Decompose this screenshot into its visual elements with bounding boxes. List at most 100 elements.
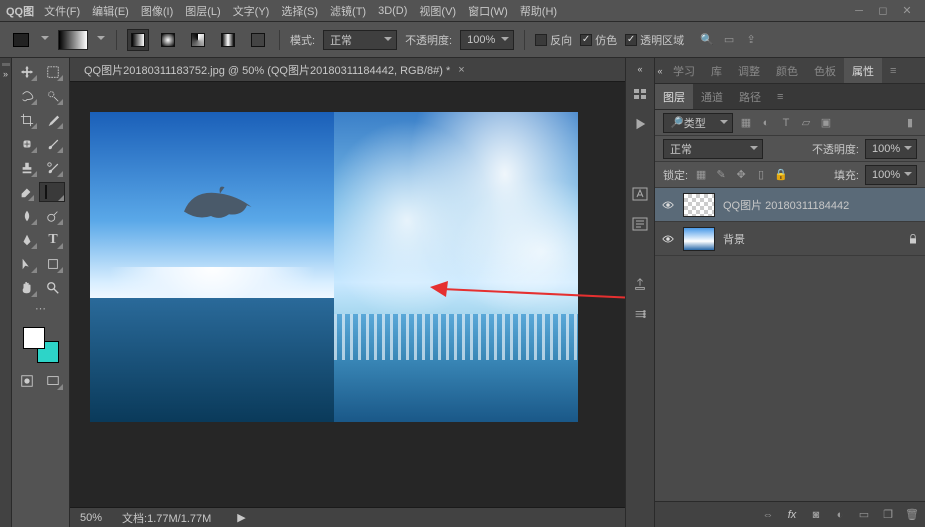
panel-menu-icon[interactable]: ≡ bbox=[769, 84, 791, 109]
layer-group-icon[interactable]: ▭ bbox=[857, 508, 871, 522]
menu-select[interactable]: 选择(S) bbox=[275, 3, 324, 19]
transparency-checkbox[interactable]: 透明区域 bbox=[625, 32, 684, 48]
eyedropper-tool[interactable] bbox=[42, 110, 64, 130]
blur-tool[interactable] bbox=[16, 206, 38, 226]
gradient-diamond-icon[interactable] bbox=[247, 29, 269, 51]
dodge-tool[interactable] bbox=[42, 206, 64, 226]
zoom-tool[interactable] bbox=[42, 278, 64, 298]
visibility-icon[interactable] bbox=[661, 198, 675, 212]
layer-name[interactable]: QQ图片 20180311184442 bbox=[723, 197, 849, 213]
tab-paths[interactable]: 路径 bbox=[731, 84, 769, 109]
canvas-viewport[interactable] bbox=[70, 82, 625, 507]
layer-name[interactable]: 背景 bbox=[723, 231, 745, 247]
lasso-tool[interactable] bbox=[16, 86, 38, 106]
quickmask-tool[interactable] bbox=[16, 371, 38, 391]
opacity-select[interactable]: 100% bbox=[460, 30, 514, 50]
stamp-tool[interactable] bbox=[16, 158, 38, 178]
brush-tool[interactable] bbox=[42, 134, 64, 154]
tab-color[interactable]: 颜色 bbox=[768, 58, 806, 83]
lock-artboard-icon[interactable]: ▯ bbox=[754, 168, 768, 182]
paragraph-panel-icon[interactable] bbox=[630, 214, 650, 234]
panel-menu-icon[interactable]: ≡ bbox=[882, 58, 904, 83]
gradient-radial-icon[interactable] bbox=[157, 29, 179, 51]
marquee-tool[interactable] bbox=[42, 62, 64, 82]
zoom-value[interactable]: 50% bbox=[80, 512, 102, 524]
history-brush-tool[interactable] bbox=[42, 158, 64, 178]
layer-filter-select[interactable]: 🔎 类型 bbox=[663, 113, 733, 133]
quick-select-tool[interactable] bbox=[42, 86, 64, 106]
layer-thumbnail[interactable] bbox=[683, 227, 715, 251]
tab-layers[interactable]: 图层 bbox=[655, 84, 693, 109]
blend-mode-select[interactable]: 正常 bbox=[323, 30, 397, 50]
menu-window[interactable]: 窗口(W) bbox=[462, 3, 514, 19]
chevron-down-icon[interactable] bbox=[40, 35, 50, 45]
new-layer-icon[interactable]: ❐ bbox=[881, 508, 895, 522]
tab-learn[interactable]: 学习 bbox=[665, 58, 703, 83]
path-select-tool[interactable] bbox=[16, 254, 38, 274]
menu-file[interactable]: 文件(F) bbox=[38, 3, 86, 19]
menu-view[interactable]: 视图(V) bbox=[413, 3, 462, 19]
layer-blend-select[interactable]: 正常 bbox=[663, 139, 763, 159]
layer-row[interactable]: 背景 bbox=[655, 222, 925, 256]
window-close-icon[interactable]: ✕ bbox=[895, 2, 919, 20]
gradient-preview[interactable] bbox=[58, 30, 88, 50]
reverse-checkbox[interactable]: 反向 bbox=[535, 32, 572, 48]
screenmode-tool[interactable] bbox=[42, 371, 64, 391]
layer-fill-select[interactable]: 100% bbox=[865, 165, 917, 185]
dither-checkbox[interactable]: 仿色 bbox=[580, 32, 617, 48]
layer-opacity-select[interactable]: 100% bbox=[865, 139, 917, 159]
delete-layer-icon[interactable]: 🗑 bbox=[905, 508, 919, 522]
layer-row[interactable]: QQ图片 20180311184442 bbox=[655, 188, 925, 222]
share-icon[interactable]: ⇪ bbox=[744, 33, 758, 47]
workspace-icon[interactable]: ▭ bbox=[722, 33, 736, 47]
move-tool[interactable] bbox=[16, 62, 38, 82]
character-panel-icon[interactable] bbox=[630, 184, 650, 204]
window-restore-icon[interactable]: ◻ bbox=[871, 2, 895, 20]
filter-toggle[interactable]: ▮ bbox=[903, 116, 917, 130]
gradient-reflected-icon[interactable] bbox=[217, 29, 239, 51]
layer-thumbnail[interactable] bbox=[683, 193, 715, 217]
window-minimize-icon[interactable]: ─ bbox=[847, 2, 871, 20]
lock-all-icon[interactable]: 🔒 bbox=[774, 168, 788, 182]
lock-image-icon[interactable]: ✎ bbox=[714, 168, 728, 182]
menu-filter[interactable]: 滤镜(T) bbox=[324, 3, 372, 19]
hand-tool[interactable] bbox=[16, 278, 38, 298]
chevron-down-icon[interactable] bbox=[96, 35, 106, 45]
lock-transparent-icon[interactable]: ▦ bbox=[694, 168, 708, 182]
filter-pixel-icon[interactable]: ▦ bbox=[739, 116, 753, 130]
filter-smart-icon[interactable]: ▣ bbox=[819, 116, 833, 130]
gradient-tool[interactable] bbox=[39, 182, 65, 202]
shape-tool[interactable] bbox=[42, 254, 64, 274]
crop-tool[interactable] bbox=[16, 110, 38, 130]
search-icon[interactable]: 🔍 bbox=[700, 33, 714, 47]
filter-type-icon[interactable]: T bbox=[779, 116, 793, 130]
tab-library[interactable]: 库 bbox=[703, 58, 730, 83]
tab-adjust[interactable]: 调整 bbox=[730, 58, 768, 83]
eraser-tool[interactable] bbox=[16, 182, 35, 202]
menu-type[interactable]: 文字(Y) bbox=[227, 3, 276, 19]
tab-channels[interactable]: 通道 bbox=[693, 84, 731, 109]
brush-panel-icon[interactable] bbox=[630, 274, 650, 294]
tab-swatch[interactable]: 色板 bbox=[806, 58, 844, 83]
layer-fx-icon[interactable]: fx bbox=[785, 508, 799, 522]
menu-3d[interactable]: 3D(D) bbox=[372, 5, 413, 17]
play-icon[interactable] bbox=[630, 114, 650, 134]
dock-strip[interactable]: » bbox=[0, 58, 12, 527]
menu-layer[interactable]: 图层(L) bbox=[179, 3, 226, 19]
type-tool[interactable]: T bbox=[42, 230, 64, 250]
layer-mask-icon[interactable]: ◙ bbox=[809, 508, 823, 522]
gradient-angle-icon[interactable] bbox=[187, 29, 209, 51]
swatches-panel-icon[interactable] bbox=[630, 304, 650, 324]
filter-adjust-icon[interactable]: ◐ bbox=[759, 116, 773, 130]
filter-shape-icon[interactable]: ▱ bbox=[799, 116, 813, 130]
document-tab[interactable]: QQ图片20180311183752.jpg @ 50% (QQ图片201803… bbox=[78, 62, 471, 78]
menu-image[interactable]: 图像(I) bbox=[135, 3, 179, 19]
adjustment-layer-icon[interactable]: ◐ bbox=[833, 508, 847, 522]
gradient-swatch-button[interactable] bbox=[10, 29, 32, 51]
color-swatches[interactable] bbox=[21, 325, 61, 365]
lock-position-icon[interactable]: ✥ bbox=[734, 168, 748, 182]
tab-properties[interactable]: 属性 bbox=[844, 58, 882, 83]
menu-edit[interactable]: 编辑(E) bbox=[86, 3, 135, 19]
link-layers-icon[interactable]: ⇔ bbox=[761, 508, 775, 522]
visibility-icon[interactable] bbox=[661, 232, 675, 246]
